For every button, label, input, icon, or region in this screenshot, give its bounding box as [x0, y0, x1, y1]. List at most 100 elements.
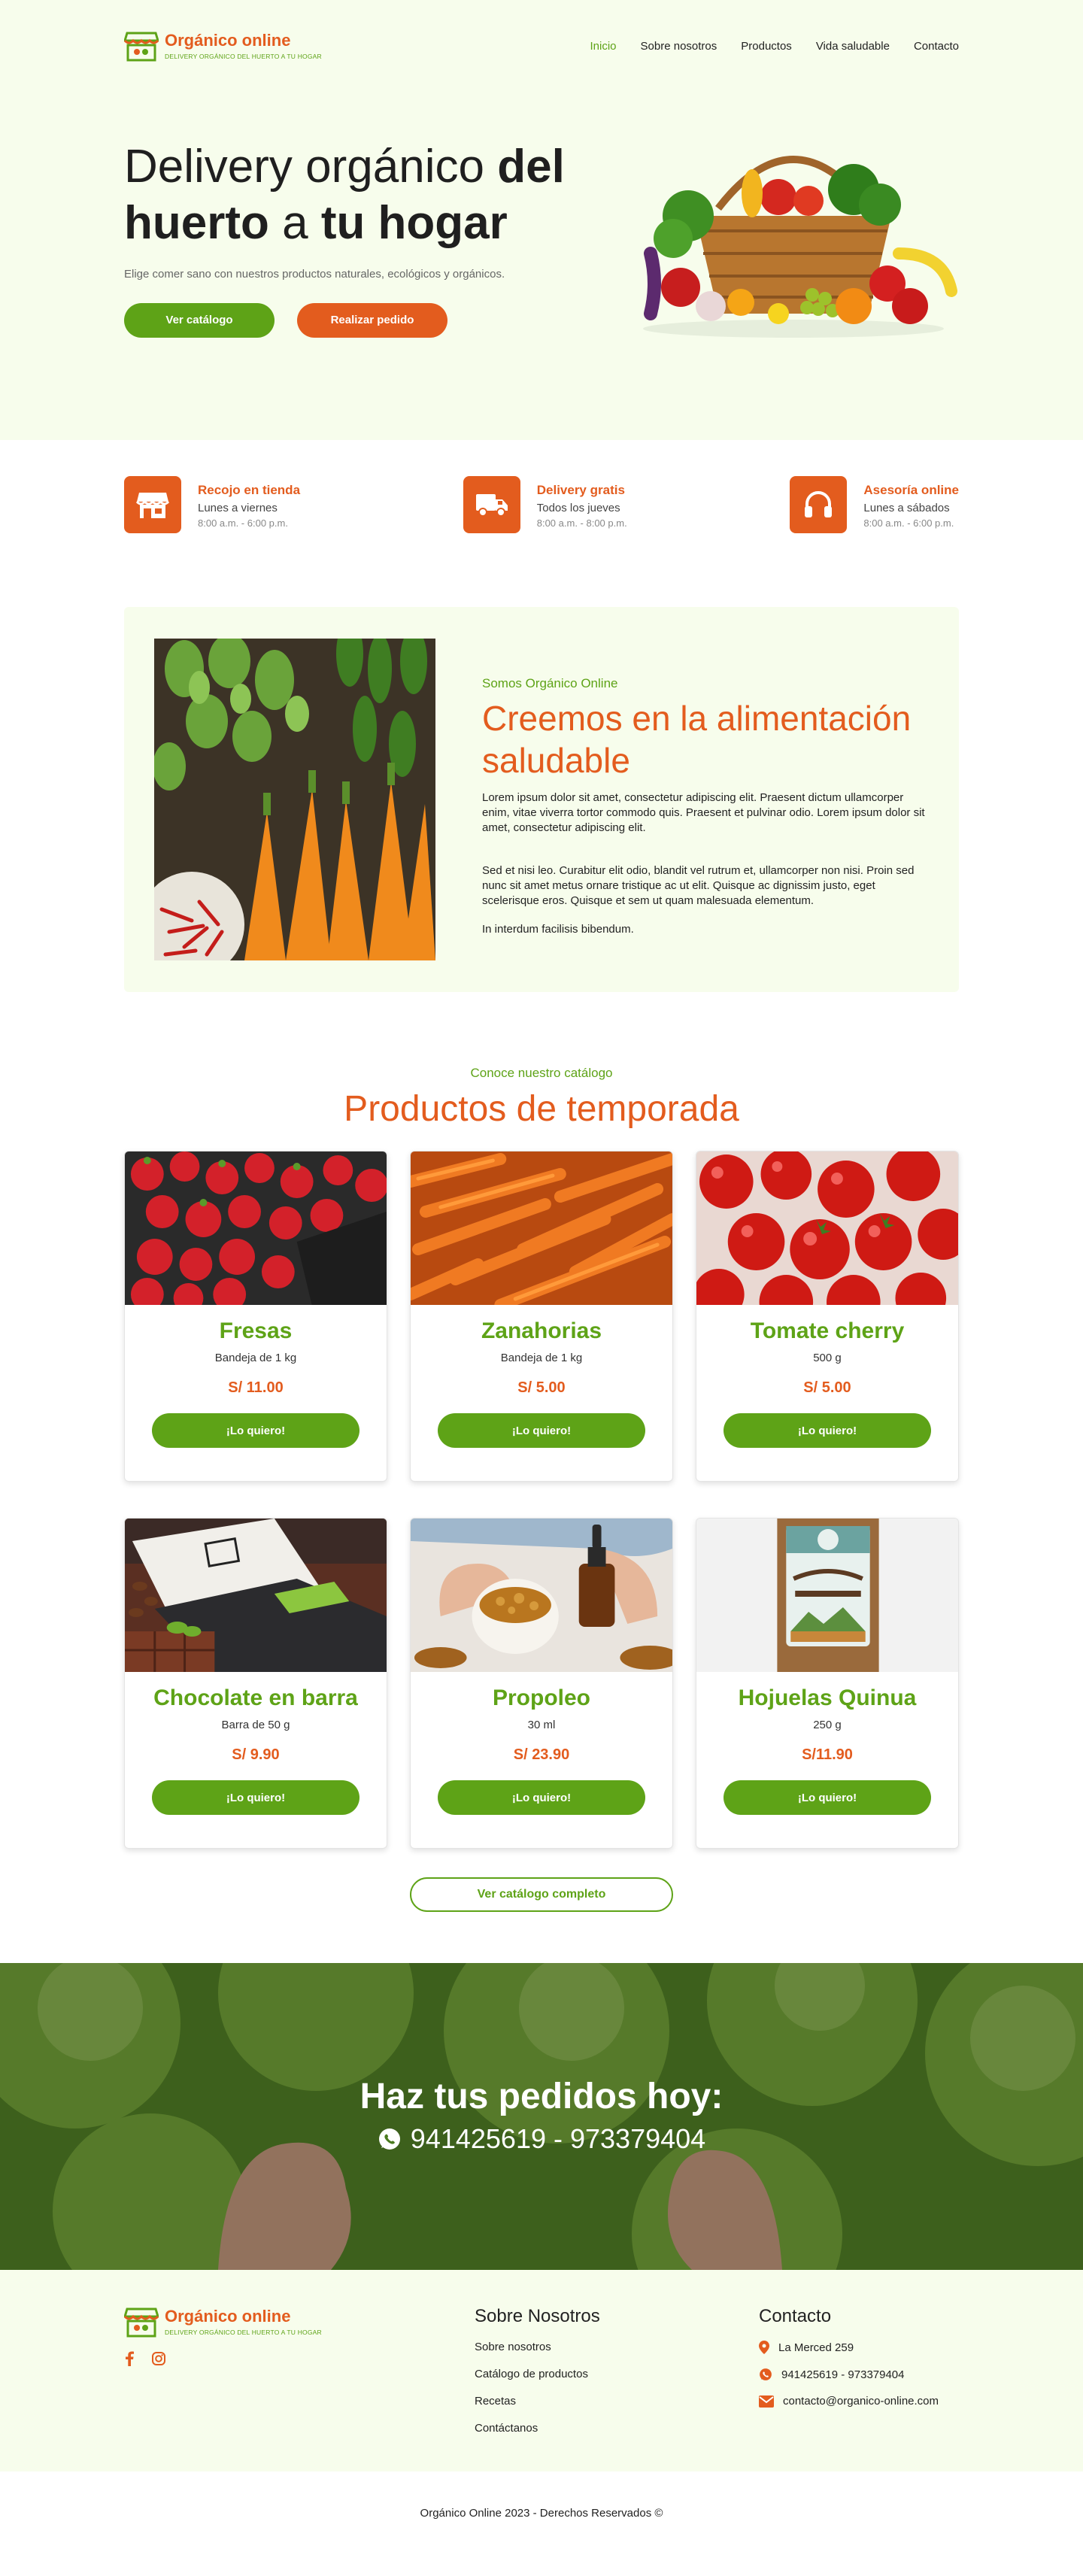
product-card-hojuelas-quinua: Hojuelas Quinua 250 g S/11.90 ¡Lo quiero…	[696, 1518, 959, 1849]
feature-store-pickup: Recojo en tienda Lunes a viernes 8:00 a.…	[124, 476, 300, 607]
banner-phone: 941425619 - 973379404	[0, 2123, 1083, 2155]
product-description: 250 g	[813, 1719, 842, 1731]
footer-phone-text[interactable]: 941425619 - 973379404	[781, 2368, 905, 2381]
nav-item-sobre-nosotros[interactable]: Sobre nosotros	[641, 40, 717, 53]
truck-icon	[463, 476, 520, 533]
product-name: Tomate cherry	[750, 1318, 905, 1343]
order-banner: Haz tus pedidos hoy: 941425619 - 9733794…	[0, 1963, 1083, 2270]
catalog-title: Productos de temporada	[344, 1089, 739, 1129]
about-title: Creemos en la alimentación saludable	[482, 699, 912, 781]
product-grid: Fresas Bandeja de 1 kg S/ 11.00 ¡Lo quie…	[124, 1151, 959, 1849]
brand-logo[interactable]: Orgánico online DELIVERY ORGÁNICO DEL HU…	[124, 30, 322, 62]
footer-link-recetas[interactable]: Recetas	[475, 2395, 759, 2408]
product-description: Barra de 50 g	[221, 1719, 290, 1731]
about-paragraph: Sed et nisi leo. Curabitur elit odio, bl…	[482, 863, 915, 907]
hero-title: Delivery orgánico del huerto a tu hogar	[124, 141, 565, 249]
product-card-zanahorias: Zanahorias Bandeja de 1 kg S/ 5.00 ¡Lo q…	[410, 1151, 673, 1482]
footer-email: contacto@organico-online.com	[759, 2395, 959, 2408]
main-nav: Inicio Sobre nosotros Productos Vida sal…	[590, 40, 960, 53]
nav-item-inicio[interactable]: Inicio	[590, 40, 617, 53]
chocolate-bar-image	[125, 1519, 387, 1672]
cherry-tomatoes-image	[696, 1151, 958, 1305]
feature-free-delivery: Delivery gratis Todos los jueves 8:00 a.…	[463, 476, 627, 607]
brand-tagline: DELIVERY ORGÁNICO DEL HUERTO A TU HOGAR	[165, 2328, 322, 2336]
feature-title: Delivery gratis	[536, 483, 625, 497]
footer-link-sobre-nosotros[interactable]: Sobre nosotros	[475, 2341, 759, 2353]
feature-hours: 8:00 a.m. - 6:00 p.m.	[198, 517, 288, 529]
banner-title: Haz tus pedidos hoy:	[359, 2077, 724, 2116]
product-name: Chocolate en barra	[153, 1685, 358, 1710]
feature-days: Lunes a sábados	[863, 502, 950, 514]
whatsapp-icon	[760, 2368, 772, 2380]
product-name: Zanahorias	[481, 1318, 602, 1343]
lo-quiero-button[interactable]: ¡Lo quiero!	[438, 1780, 645, 1815]
facebook-icon[interactable]	[124, 2351, 135, 2366]
footer-contact-heading: Contacto	[759, 2306, 832, 2326]
product-description: 500 g	[813, 1352, 842, 1364]
brand-name: Orgánico online	[165, 2307, 291, 2326]
carrots-image	[411, 1151, 672, 1305]
brand-tagline: DELIVERY ORGÁNICO DEL HUERTO A TU HOGAR	[165, 52, 322, 60]
whatsapp-icon	[378, 2128, 400, 2150]
feature-days: Todos los jueves	[536, 502, 620, 514]
lo-quiero-button[interactable]: ¡Lo quiero!	[438, 1413, 645, 1448]
product-description: Bandeja de 1 kg	[500, 1352, 583, 1364]
strawberries-image	[125, 1151, 387, 1305]
nav-item-vida-saludable[interactable]: Vida saludable	[816, 40, 890, 53]
brand-name: Orgánico online	[165, 31, 291, 50]
product-name: Propoleo	[492, 1685, 590, 1710]
footer-phone: 941425619 - 973379404	[759, 2368, 959, 2381]
about-paragraph: In interdum facilisis bibendum.	[482, 922, 634, 936]
lo-quiero-button[interactable]: ¡Lo quiero!	[724, 1780, 931, 1815]
about-kicker: Somos Orgánico Online	[482, 676, 618, 690]
about-paragraph: Lorem ipsum dolor sit amet, consectetur …	[482, 791, 925, 835]
feature-title: Recojo en tienda	[198, 483, 301, 497]
lo-quiero-button[interactable]: ¡Lo quiero!	[152, 1780, 359, 1815]
quinoa-flakes-package-image	[696, 1519, 958, 1672]
place-order-button[interactable]: Realizar pedido	[297, 302, 447, 338]
lo-quiero-button[interactable]: ¡Lo quiero!	[152, 1413, 359, 1448]
catalog-section: Conoce nuestro catálogo Productos de tem…	[124, 1066, 959, 1912]
nav-item-productos[interactable]: Productos	[741, 40, 792, 53]
product-price: S/ 5.00	[803, 1379, 851, 1396]
footer-about-heading: Sobre Nosotros	[475, 2306, 600, 2326]
feature-hours: 8:00 a.m. - 6:00 p.m.	[863, 517, 954, 529]
footer-link-contactanos[interactable]: Contáctanos	[475, 2422, 759, 2435]
site-header: Orgánico online DELIVERY ORGÁNICO DEL HU…	[124, 0, 959, 92]
lo-quiero-button[interactable]: ¡Lo quiero!	[724, 1413, 931, 1448]
feature-title: Asesoría online	[863, 483, 959, 497]
view-full-catalog-button[interactable]: Ver catálogo completo	[410, 1877, 673, 1912]
product-price: S/ 9.90	[232, 1746, 280, 1763]
hero-subtitle: Elige comer sano con nuestros productos …	[124, 267, 505, 281]
copyright: Orgánico Online 2023 - Derechos Reservad…	[420, 2506, 663, 2520]
product-price: S/ 5.00	[517, 1379, 566, 1396]
feature-online-advice: Asesoría online Lunes a sábados 8:00 a.m…	[790, 476, 959, 607]
about-section: Somos Orgánico Online Creemos en la alim…	[124, 607, 959, 992]
catalog-kicker: Conoce nuestro catálogo	[470, 1066, 613, 1080]
banner-phone-number[interactable]: 941425619 - 973379404	[411, 2123, 705, 2155]
instagram-icon[interactable]	[151, 2351, 166, 2366]
product-price: S/ 11.00	[228, 1379, 284, 1396]
location-pin-icon	[759, 2341, 769, 2354]
product-card-tomate-cherry: Tomate cherry 500 g S/ 5.00 ¡Lo quiero!	[696, 1151, 959, 1482]
product-description: Bandeja de 1 kg	[214, 1352, 297, 1364]
product-card-fresas: Fresas Bandeja de 1 kg S/ 11.00 ¡Lo quie…	[124, 1151, 387, 1482]
footer-link-catalogo[interactable]: Catálogo de productos	[475, 2368, 759, 2380]
site-footer: Orgánico online DELIVERY ORGÁNICO DEL HU…	[0, 2270, 1083, 2471]
vegetables-market-image	[154, 639, 435, 960]
product-card-chocolate: Chocolate en barra Barra de 50 g S/ 9.90…	[124, 1518, 387, 1849]
market-stall-icon	[124, 2307, 159, 2338]
product-price: S/11.90	[802, 1746, 853, 1763]
footer-email-text[interactable]: contacto@organico-online.com	[783, 2395, 939, 2408]
product-name: Fresas	[219, 1318, 293, 1343]
footer-brand-logo[interactable]: Orgánico online DELIVERY ORGÁNICO DEL HU…	[124, 2306, 475, 2338]
feature-days: Lunes a viernes	[198, 502, 278, 514]
view-catalog-button[interactable]: Ver catálogo	[124, 302, 275, 338]
footer-address-text: La Merced 259	[778, 2341, 854, 2354]
vegetable-basket-image	[643, 156, 957, 338]
product-card-propoleo: Propoleo 30 ml S/ 23.90 ¡Lo quiero!	[410, 1518, 673, 1849]
store-icon	[124, 476, 181, 533]
nav-item-contacto[interactable]: Contacto	[914, 40, 959, 53]
feature-hours: 8:00 a.m. - 8:00 p.m.	[536, 517, 627, 529]
product-description: 30 ml	[527, 1719, 556, 1731]
